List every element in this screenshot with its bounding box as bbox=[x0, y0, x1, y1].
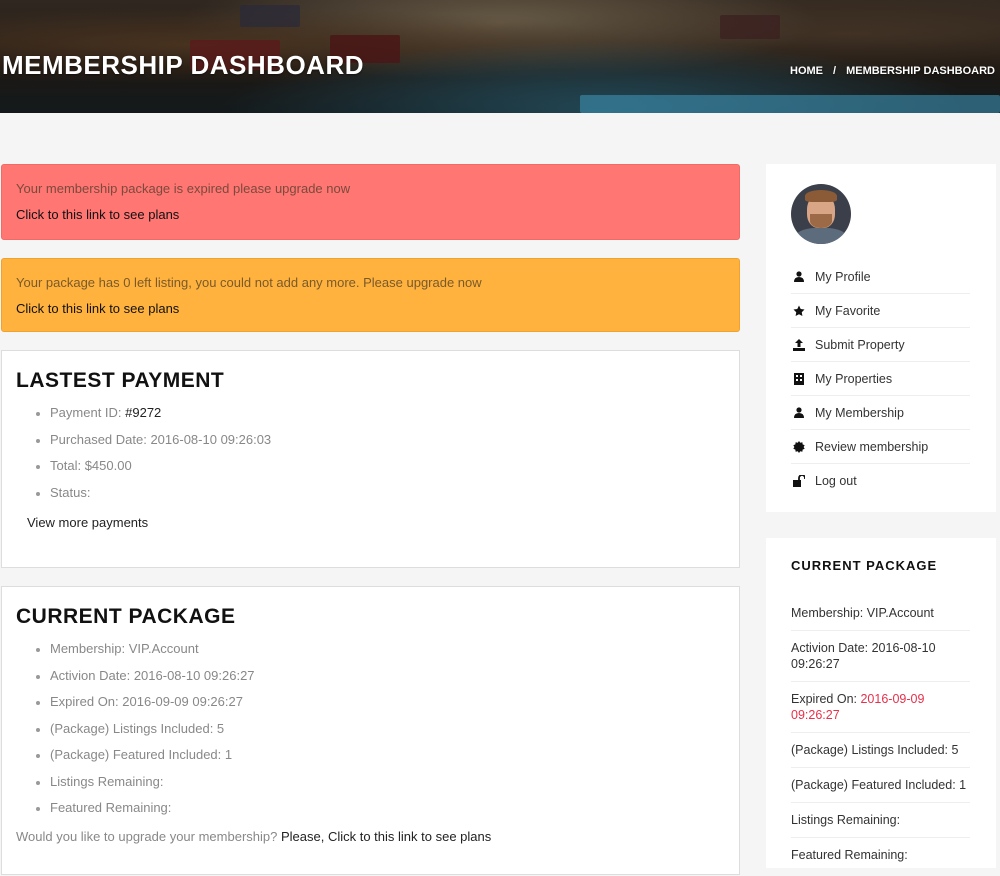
decor-pool bbox=[580, 95, 1000, 113]
sidebar-item-log-out[interactable]: Log out bbox=[791, 464, 970, 498]
sidebar-item-my-profile[interactable]: My Profile bbox=[791, 260, 970, 294]
upgrade-plans-link[interactable]: Please, Click to this link to see plans bbox=[281, 829, 491, 844]
sidebar-membership: Membership: VIP.Account bbox=[791, 605, 970, 631]
featured-remaining-item: Featured Remaining: bbox=[36, 798, 725, 825]
total-item: Total: $450.00 bbox=[36, 456, 725, 483]
purchased-date-item: Purchased Date: 2016-08-10 09:26:03 bbox=[36, 430, 725, 457]
sidebar-activation-date: Activion Date: 2016-08-10 09:26:27 bbox=[791, 640, 970, 682]
see-plans-link[interactable]: Click to this link to see plans bbox=[16, 207, 725, 222]
upload-icon bbox=[791, 338, 807, 352]
payment-details-list: Payment ID: #9272 Purchased Date: 2016-0… bbox=[16, 403, 725, 509]
current-package-title: CURRENT PACKAGE bbox=[16, 605, 236, 628]
sidebar-listings-included: (Package) Listings Included: 5 bbox=[791, 742, 970, 768]
sidebar-item-submit-property[interactable]: Submit Property bbox=[791, 328, 970, 362]
payment-id-item: Payment ID: #9272 bbox=[36, 403, 725, 430]
page-title: MEMBERSHIP DASHBOARD bbox=[2, 50, 364, 80]
avatar[interactable] bbox=[791, 184, 851, 244]
building-icon bbox=[791, 372, 807, 386]
breadcrumb: HOME / MEMBERSHIP DASHBOARD bbox=[790, 65, 995, 77]
breadcrumb-home[interactable]: HOME bbox=[790, 65, 823, 77]
unlock-icon bbox=[791, 474, 807, 488]
activation-date-item: Activion Date: 2016-08-10 09:26:27 bbox=[36, 666, 725, 693]
user-icon bbox=[791, 270, 807, 284]
sidebar-item-review-membership[interactable]: Review membership bbox=[791, 430, 970, 464]
decor-sofa bbox=[720, 15, 780, 39]
sidebar-item-my-membership[interactable]: My Membership bbox=[791, 396, 970, 430]
sidebar-item-my-properties[interactable]: My Properties bbox=[791, 362, 970, 396]
latest-payment-title: LASTEST PAYMENT bbox=[16, 369, 225, 392]
star-icon bbox=[791, 304, 807, 318]
current-package-panel: CURRENT PACKAGE Membership: VIP.Account … bbox=[1, 586, 740, 875]
hero-banner: MEMBERSHIP DASHBOARD HOME / MEMBERSHIP DAS… bbox=[0, 0, 1000, 113]
upgrade-prompt: Would you like to upgrade your membershi… bbox=[16, 829, 725, 844]
sidebar-listings-remaining: Listings Remaining: bbox=[791, 812, 970, 838]
sidebar-package-title: CURRENT PACKAGE bbox=[791, 558, 938, 573]
sidebar-item-my-favorite[interactable]: My Favorite bbox=[791, 294, 970, 328]
sidebar-expired-on: Expired On: 2016-09-09 09:26:27 bbox=[791, 691, 970, 733]
alert-message: Your package has 0 left listing, you cou… bbox=[16, 275, 482, 290]
upgrade-question: Would you like to upgrade your membershi… bbox=[16, 828, 278, 844]
listings-remaining-item: Listings Remaining: bbox=[36, 772, 725, 799]
user-icon bbox=[791, 406, 807, 420]
package-details-list: Membership: VIP.Account Activion Date: 2… bbox=[16, 639, 725, 825]
status-item: Status: bbox=[36, 483, 725, 510]
account-sidebar: My Profile My Favorite Submit Property M… bbox=[766, 164, 996, 512]
view-more-payments-link[interactable]: View more payments bbox=[27, 515, 148, 530]
featured-included-item: (Package) Featured Included: 1 bbox=[36, 745, 725, 772]
sidebar-featured-included: (Package) Featured Included: 1 bbox=[791, 777, 970, 803]
breadcrumb-current: MEMBERSHIP DASHBOARD bbox=[846, 65, 995, 77]
expired-alert: Your membership package is expired pleas… bbox=[1, 164, 740, 240]
sidebar-package-panel: CURRENT PACKAGE Membership: VIP.Account … bbox=[766, 538, 996, 868]
listings-included-item: (Package) Listings Included: 5 bbox=[36, 719, 725, 746]
sidebar-featured-remaining: Featured Remaining: bbox=[791, 848, 908, 862]
latest-payment-panel: LASTEST PAYMENT Payment ID: #9272 Purcha… bbox=[1, 350, 740, 568]
listing-limit-alert: Your package has 0 left listing, you cou… bbox=[1, 258, 740, 332]
breadcrumb-separator: / bbox=[833, 65, 837, 77]
see-plans-link[interactable]: Click to this link to see plans bbox=[16, 301, 725, 316]
certificate-icon bbox=[791, 440, 807, 454]
alert-message: Your membership package is expired pleas… bbox=[16, 181, 351, 196]
expired-on-item: Expired On: 2016-09-09 09:26:27 bbox=[36, 692, 725, 719]
decor-sofa bbox=[240, 5, 300, 27]
membership-item: Membership: VIP.Account bbox=[36, 639, 725, 666]
